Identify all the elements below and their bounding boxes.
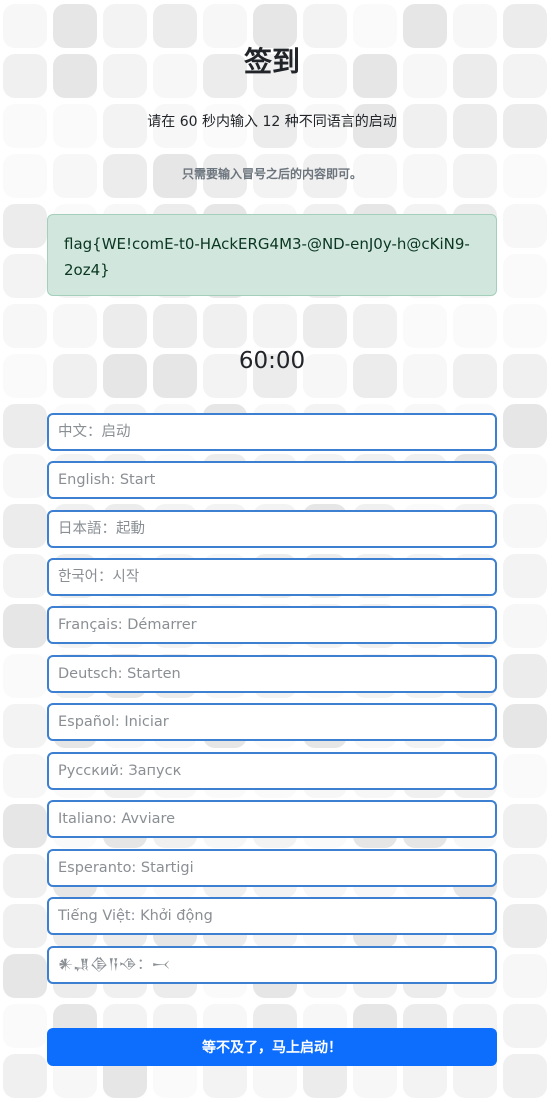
background-tile <box>503 104 547 148</box>
background-tile <box>503 854 547 898</box>
input-esperanto[interactable] <box>47 849 497 887</box>
background-tile <box>103 304 147 348</box>
background-tile <box>3 754 47 798</box>
background-tile <box>503 1054 547 1098</box>
background-tile <box>503 654 547 698</box>
background-tile <box>453 304 497 348</box>
background-tile <box>3 1054 47 1098</box>
background-tile <box>203 304 247 348</box>
background-tile <box>3 954 47 998</box>
background-tile <box>503 704 547 748</box>
background-tile <box>3 104 47 148</box>
background-tile <box>3 454 47 498</box>
background-tile <box>303 304 347 348</box>
input-italian[interactable] <box>47 800 497 838</box>
background-tile <box>3 654 47 698</box>
background-tile <box>3 404 47 448</box>
input-japanese[interactable] <box>47 510 497 548</box>
background-tile <box>3 354 47 398</box>
background-tile <box>3 204 47 248</box>
background-tile <box>3 4 47 48</box>
input-english[interactable] <box>47 461 497 499</box>
background-tile <box>503 904 547 948</box>
background-tile <box>3 904 47 948</box>
background-tile <box>3 554 47 598</box>
input-cuneiform[interactable] <box>47 946 497 984</box>
background-tile <box>503 304 547 348</box>
page-title: 签到 <box>243 45 300 78</box>
background-tile <box>503 554 547 598</box>
background-tile <box>253 304 297 348</box>
background-tile <box>503 54 547 98</box>
background-tile <box>503 504 547 548</box>
background-tile <box>503 754 547 798</box>
background-tile <box>403 304 447 348</box>
input-chinese[interactable] <box>47 413 497 451</box>
background-tile <box>503 354 547 398</box>
hint-text: 只需要输入冒号之后的内容即可。 <box>181 167 362 181</box>
background-tile <box>3 504 47 548</box>
input-russian[interactable] <box>47 752 497 790</box>
background-tile <box>353 304 397 348</box>
background-tile <box>503 454 547 498</box>
countdown-timer: 60:00 <box>238 348 306 374</box>
background-tile <box>3 704 47 748</box>
background-tile <box>503 1004 547 1048</box>
background-tile <box>53 304 97 348</box>
background-tile <box>3 1004 47 1048</box>
input-korean[interactable] <box>47 558 497 596</box>
background-tile <box>3 154 47 198</box>
input-vietnamese[interactable] <box>47 897 497 935</box>
background-tile <box>503 204 547 248</box>
input-german[interactable] <box>47 655 497 693</box>
background-tile <box>3 854 47 898</box>
background-tile <box>3 804 47 848</box>
background-tile <box>3 54 47 98</box>
flag-alert: flag{WE!comE-t0-HAckERG4M3-@ND-enJ0y-h@c… <box>47 214 497 296</box>
input-spanish[interactable] <box>47 703 497 741</box>
background-tile <box>3 604 47 648</box>
background-tile <box>503 804 547 848</box>
background-tile <box>503 254 547 298</box>
background-tile <box>3 254 47 298</box>
start-now-button[interactable]: 等不及了，马上启动！ <box>47 1028 497 1066</box>
background-tile <box>503 4 547 48</box>
background-tile <box>153 304 197 348</box>
background-tile <box>503 154 547 198</box>
background-tile <box>503 954 547 998</box>
background-tile <box>3 304 47 348</box>
background-tile <box>503 404 547 448</box>
input-french[interactable] <box>47 606 497 644</box>
background-tile <box>503 604 547 648</box>
instruction-text: 请在 60 秒内输入 12 种不同语言的启动 <box>147 114 397 130</box>
